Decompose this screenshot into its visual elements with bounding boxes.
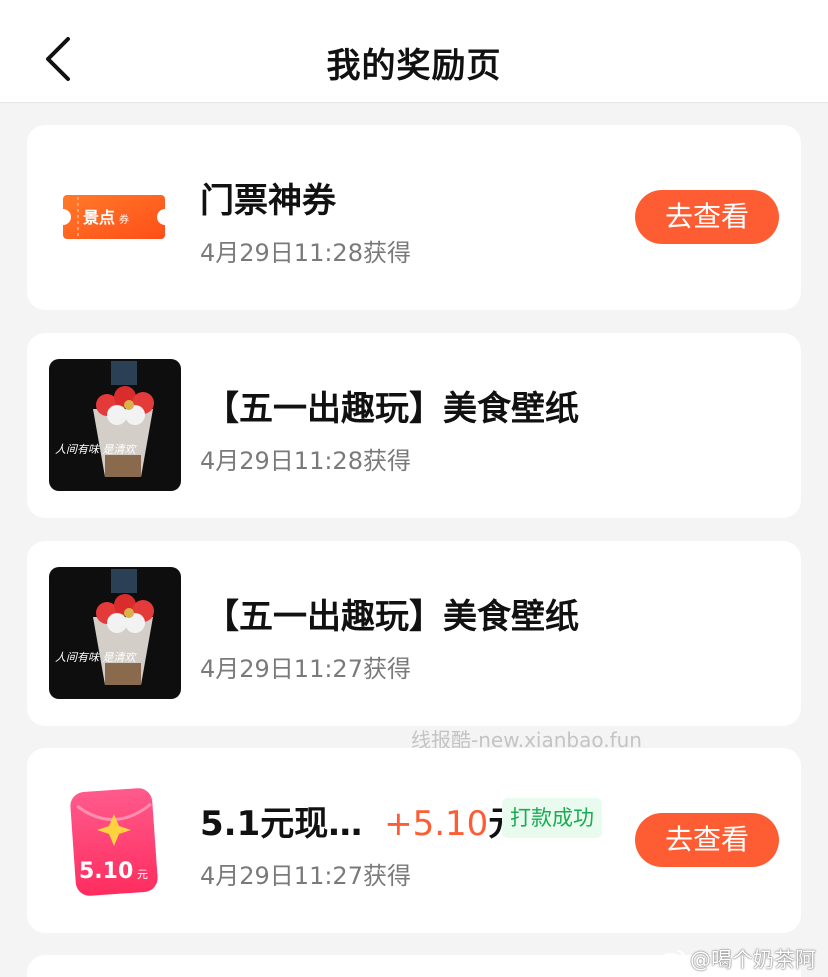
- reward-name: 【五一出趣玩】美食壁纸: [205, 597, 579, 637]
- food-wallpaper-thumbnail: 人间有味 是清欢: [49, 567, 181, 699]
- wallpaper-caption: 人间有味 是清欢: [55, 651, 137, 664]
- weibo-watermark: @喝个奶茶阿: [660, 944, 816, 974]
- reward-name: 门票神券: [200, 181, 336, 221]
- scenic-ticket-icon: 景点 券: [63, 195, 165, 239]
- food-wallpaper-thumbnail: 人间有味 是清欢: [49, 359, 181, 491]
- reward-card[interactable]: 景点 券 门票神券 4月29日11:28获得 去查看: [27, 125, 801, 310]
- view-button[interactable]: 去查看: [635, 813, 779, 867]
- reward-name: 5.1元现…: [200, 804, 363, 844]
- weibo-icon: [660, 950, 685, 969]
- ticket-label-main: 景点: [83, 208, 115, 227]
- wallpaper-caption: 人间有味 是清欢: [55, 443, 137, 456]
- red-packet-icon: 5.10 元: [70, 788, 158, 896]
- reward-amount: +5.10: [384, 804, 489, 844]
- status-badge: 打款成功: [502, 798, 602, 838]
- reward-name: 【五一出趣玩】美食壁纸: [205, 389, 579, 429]
- red-packet-unit: 元: [137, 868, 148, 881]
- reward-time: 4月29日11:28获得: [200, 447, 411, 475]
- reward-card[interactable]: 人间有味 是清欢 【五一出趣玩】美食壁纸 4月29日11:28获得: [27, 333, 801, 518]
- view-button[interactable]: 去查看: [635, 190, 779, 244]
- red-packet-amount: 5.10: [79, 859, 133, 884]
- reward-name-row: 5.1元现… +5.10元: [200, 796, 522, 845]
- reward-time: 4月29日11:28获得: [200, 239, 411, 267]
- reward-time: 4月29日11:27获得: [200, 862, 411, 890]
- reward-time: 4月29日11:27获得: [200, 655, 411, 683]
- page-title: 我的奖励页: [326, 46, 502, 86]
- reward-card[interactable]: 人间有味 是清欢 【五一出趣玩】美食壁纸 4月29日11:27获得: [27, 541, 801, 726]
- ticket-label-sub: 券: [119, 213, 129, 226]
- reward-card[interactable]: 5.10 元 5.1元现… +5.10元 打款成功 4月29日11:27获得 去…: [27, 748, 801, 933]
- weibo-handle: @喝个奶茶阿: [690, 948, 816, 972]
- header-bar: 我的奖励页: [0, 0, 828, 103]
